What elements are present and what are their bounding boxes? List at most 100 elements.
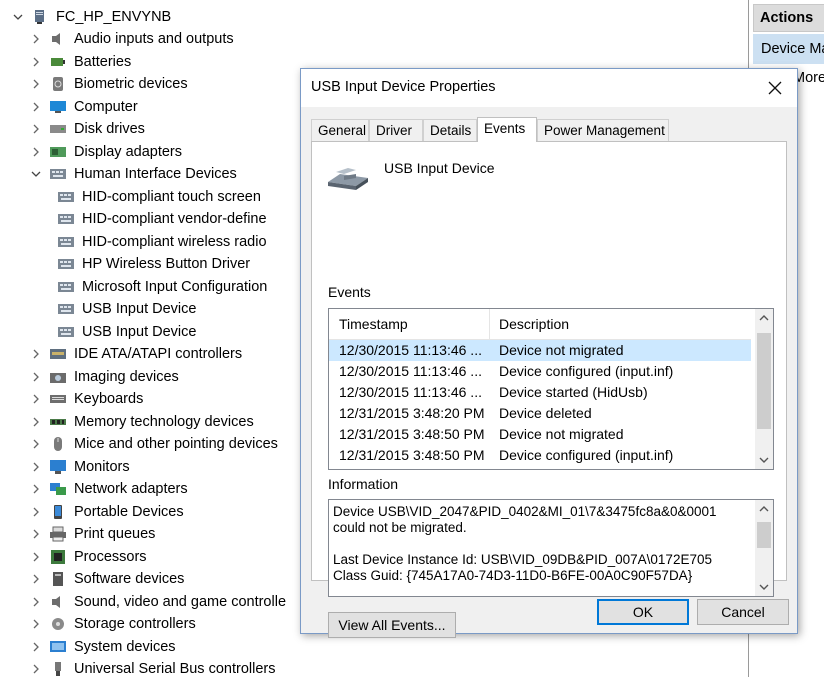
chevron-right-icon[interactable] [28,436,44,452]
ok-button[interactable]: OK [597,599,689,625]
scroll-up-icon[interactable] [755,500,773,518]
view-all-events-button[interactable]: View All Events... [328,612,456,638]
tab-driver[interactable]: Driver [369,119,423,141]
network-adapter-icon [48,480,68,498]
dialog-titlebar[interactable]: USB Input Device Properties [301,69,797,107]
tree-category-item[interactable]: Portable Devices [28,501,184,523]
device-name: USB Input Device [384,160,495,176]
tree-category-item[interactable]: Audio inputs and outputs [28,28,234,50]
tree-category-item[interactable]: Biometric devices [28,73,188,95]
chevron-right-icon[interactable] [28,661,44,677]
tree-category-item[interactable]: Mice and other pointing devices [28,433,278,455]
tab-details[interactable]: Details [423,119,477,141]
tree-category-item[interactable]: Memory technology devices [28,411,254,433]
hid-icon [56,255,76,273]
tree-category-item[interactable]: Monitors [28,456,130,478]
chevron-right-icon[interactable] [28,346,44,362]
tree-category-item[interactable]: System devices [28,636,176,658]
tree-item-label: Print queues [74,526,156,542]
chevron-right-icon[interactable] [28,99,44,115]
usb-input-device-icon [326,162,372,196]
tree-category-item[interactable]: Sound, video and game controlle [28,591,286,613]
tab-events[interactable]: Events [477,117,537,142]
tree-category-item[interactable]: Display adapters [28,141,182,163]
tree-item-label: Memory technology devices [74,413,254,430]
tree-category-item[interactable]: Disk drives [28,118,145,140]
tab-power-management[interactable]: Power Management [537,119,669,141]
chevron-right-icon[interactable] [28,369,44,385]
event-row[interactable]: 12/31/2015 3:48:20 PM Device deleted [329,403,751,424]
tree-device-item[interactable]: HID-compliant touch screen [52,186,261,208]
information-textbox[interactable]: Device USB\VID_2047&PID_0402&MI_01\7&347… [328,499,774,597]
scroll-down-icon[interactable] [755,451,773,469]
events-list[interactable]: Timestamp Description 12/30/2015 11:13:4… [328,308,774,470]
tree-category-item[interactable]: Storage controllers [28,613,196,635]
chevron-right-icon[interactable] [28,31,44,47]
cancel-button[interactable]: Cancel [697,599,789,625]
column-separator[interactable] [489,309,490,339]
event-row[interactable]: 12/31/2015 3:48:50 PM Device not migrated [329,424,751,445]
tree-item-label: Portable Devices [74,503,184,520]
chevron-right-icon[interactable] [28,594,44,610]
chevron-right-icon[interactable] [28,481,44,497]
chevron-right-icon[interactable] [28,54,44,70]
chevron-right-icon[interactable] [28,526,44,542]
chevron-down-icon[interactable] [10,9,26,25]
scroll-down-icon[interactable] [755,578,773,596]
tree-device-item[interactable]: USB Input Device [52,321,196,343]
tree-root[interactable]: FC_HP_ENVYNB [10,6,171,28]
chevron-right-icon[interactable] [28,616,44,632]
tree-category-item[interactable]: Computer [28,96,138,118]
tree-category-item[interactable]: Software devices [28,568,184,590]
event-row[interactable]: 12/30/2015 11:13:46 ... Device configured… [329,361,751,382]
tab-general[interactable]: General [311,119,369,141]
hid-icon [56,300,76,318]
chevron-right-icon[interactable] [28,549,44,565]
tree-item-label: Software devices [74,571,185,587]
information-scrollbar[interactable] [755,500,773,596]
tree-category-item[interactable]: IDE ATA/ATAPI controllers [28,343,242,365]
tree-device-item[interactable]: HID-compliant wireless radio [52,231,267,253]
chevron-right-icon[interactable] [28,571,44,587]
tree-item-label: IDE ATA/ATAPI controllers [74,346,243,362]
event-row[interactable]: 12/31/2015 3:48:50 PM Device configured (… [329,445,751,466]
chevron-right-icon[interactable] [28,121,44,137]
events-scrollbar[interactable] [755,309,773,469]
chevron-right-icon[interactable] [28,459,44,475]
chevron-right-icon[interactable] [28,76,44,92]
chevron-right-icon[interactable] [28,414,44,430]
tree-category-item[interactable]: Imaging devices [28,366,179,388]
scroll-thumb[interactable] [757,522,771,548]
close-icon[interactable] [753,69,797,107]
tree-root-label: FC_HP_ENVYNB [56,9,172,25]
tree-category-item[interactable]: Processors [28,546,147,568]
tree-item-label: Network adapters [74,481,188,497]
chevron-down-icon[interactable] [28,166,44,182]
chevron-right-icon[interactable] [28,144,44,160]
scroll-thumb[interactable] [757,333,771,429]
tree-device-item[interactable]: HID-compliant vendor-define [52,208,267,230]
actions-device-manager[interactable]: Device Ma [753,34,824,64]
software-device-icon [48,570,68,588]
chevron-right-icon[interactable] [28,391,44,407]
tree-category-item[interactable]: Human Interface Devices [28,163,237,185]
tree-item-label: USB Input Device [82,301,197,317]
chevron-right-icon[interactable] [28,504,44,520]
tree-device-item[interactable]: USB Input Device [52,298,196,320]
event-row[interactable]: 12/30/2015 11:13:46 ... Device started (H… [329,382,751,403]
tree-category-item[interactable]: Batteries [28,51,131,73]
event-row[interactable]: 12/30/2015 11:13:46 ... Device not migrat… [329,340,751,361]
tree-category-item[interactable]: Print queues [28,523,155,545]
information-text[interactable]: Device USB\VID_2047&PID_0402&MI_01\7&347… [333,504,751,584]
tree-category-item[interactable]: Network adapters [28,478,188,500]
tree-category-item[interactable]: Keyboards [28,388,143,410]
hid-icon [56,188,76,206]
column-header-description[interactable]: Description [499,316,569,332]
tree-device-item[interactable]: Microsoft Input Configuration [52,276,267,298]
column-header-timestamp[interactable]: Timestamp [339,316,408,332]
tree-device-item[interactable]: HP Wireless Button Driver [52,253,250,275]
scroll-up-icon[interactable] [755,309,773,327]
actions-header: Actions [753,4,824,32]
chevron-right-icon[interactable] [28,639,44,655]
tree-item-label: Biometric devices [74,76,188,92]
